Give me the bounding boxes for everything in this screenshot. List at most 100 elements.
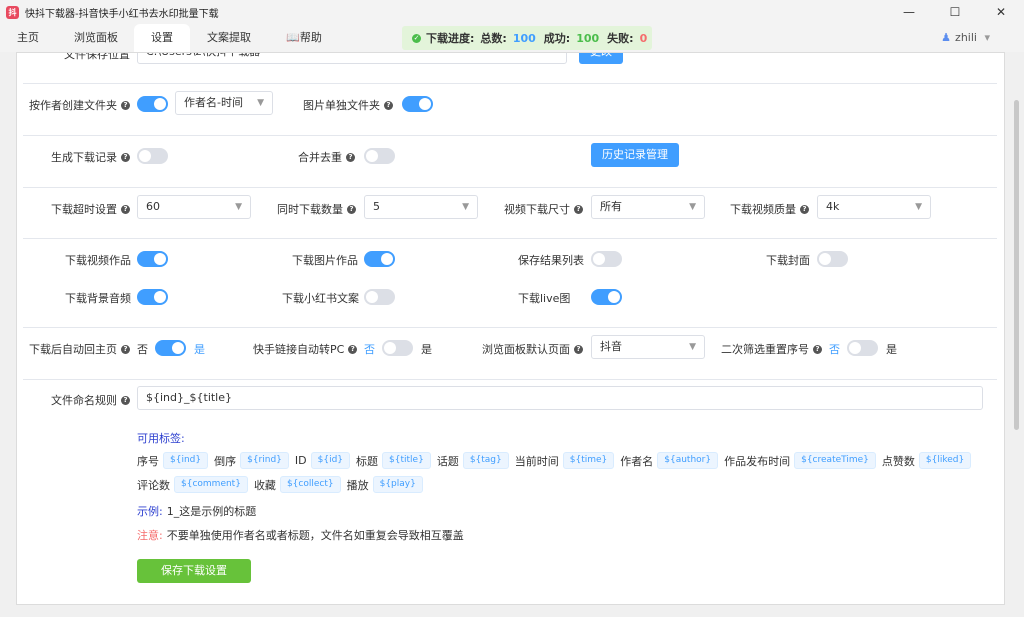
help-icon[interactable]: ? bbox=[121, 344, 130, 354]
save-path-input[interactable]: C:\Users\z\快抖下载器 bbox=[137, 53, 567, 64]
dedupe-toggle[interactable] bbox=[364, 148, 395, 164]
help-icon[interactable]: ? bbox=[574, 344, 583, 354]
tag-name: 话题 bbox=[436, 454, 459, 468]
browse-default-select[interactable]: 抖音 ▼ bbox=[591, 335, 705, 359]
scrollbar-thumb[interactable] bbox=[1014, 100, 1019, 430]
video-size-select[interactable]: 所有 ▼ bbox=[591, 195, 705, 219]
help-icon[interactable]: ? bbox=[800, 204, 809, 214]
chevron-down-icon: ▼ bbox=[915, 202, 922, 212]
tag-chip[interactable]: ${author} bbox=[657, 452, 719, 469]
timeout-select[interactable]: 60 ▼ bbox=[137, 195, 251, 219]
tag-chip[interactable]: ${rind} bbox=[240, 452, 289, 469]
author-folder-toggle[interactable] bbox=[137, 96, 168, 112]
tag-chip[interactable]: ${title} bbox=[382, 452, 431, 469]
auto-home-no: 否 bbox=[137, 343, 148, 356]
help-icon[interactable]: ? bbox=[347, 204, 356, 214]
tag-name: 收藏 bbox=[253, 478, 276, 492]
image-folder-toggle[interactable] bbox=[402, 96, 433, 112]
chevron-down-icon: ▼ bbox=[235, 202, 242, 212]
tag-name: 标题 bbox=[356, 454, 379, 468]
history-manage-button[interactable]: 历史记录管理 bbox=[591, 143, 679, 167]
tag-chip[interactable]: ${tag} bbox=[462, 452, 509, 469]
download-video-label: 下载视频作品 bbox=[65, 254, 131, 267]
tab-settings[interactable]: 设置 bbox=[134, 24, 190, 52]
help-icon[interactable]: ? bbox=[574, 204, 583, 214]
divider bbox=[23, 83, 997, 84]
tab-home[interactable]: 主页 bbox=[8, 24, 48, 52]
tag-chip[interactable]: ${createTime} bbox=[794, 452, 876, 469]
help-icon[interactable]: ? bbox=[121, 152, 130, 162]
chevron-down-icon: ▼ bbox=[689, 342, 696, 352]
maximize-button[interactable]: ☐ bbox=[932, 0, 978, 24]
download-cover-toggle[interactable] bbox=[817, 251, 848, 267]
progress-fail-label: 失败: bbox=[607, 32, 634, 45]
minimize-button[interactable]: — bbox=[886, 0, 932, 24]
timeout-label: 下载超时设置? bbox=[51, 201, 130, 217]
auto-home-yes: 是 bbox=[194, 343, 205, 356]
help-icon[interactable]: ? bbox=[348, 344, 358, 354]
divider bbox=[23, 187, 997, 188]
tag-name: 作者名 bbox=[620, 454, 654, 468]
tab-help[interactable]: 📖帮助 bbox=[278, 24, 330, 52]
tag-chip[interactable]: ${id} bbox=[310, 452, 351, 469]
tag-chip[interactable]: ${ind} bbox=[163, 452, 209, 469]
browse-default-label: 浏览面板默认页面? bbox=[482, 341, 583, 357]
author-folder-format-select[interactable]: 作者名-时间 ▼ bbox=[175, 91, 273, 115]
auto-home-toggle[interactable] bbox=[155, 340, 186, 356]
download-record-toggle[interactable] bbox=[137, 148, 168, 164]
tag-name: 当前时间 bbox=[514, 454, 559, 468]
auto-home-label: 下载后自动回主页? bbox=[29, 341, 130, 357]
progress-fail-value: 0 bbox=[639, 31, 648, 45]
help-icon[interactable]: ? bbox=[121, 204, 130, 214]
download-bgm-toggle[interactable] bbox=[137, 289, 168, 305]
naming-rule-label: 文件命名规则? bbox=[51, 392, 130, 408]
ks-to-pc-toggle[interactable] bbox=[382, 340, 413, 356]
close-button[interactable]: ✕ bbox=[978, 0, 1024, 24]
download-progress-pill: ✓ 下载进度: 总数: 100 成功: 100 失败: 0 bbox=[402, 26, 652, 50]
reseq-toggle[interactable] bbox=[847, 340, 878, 356]
settings-panel: 文件保存位置 C:\Users\z\快抖下载器 更改 按作者创建文件夹? 作者名… bbox=[16, 52, 1005, 605]
help-icon[interactable]: ? bbox=[813, 344, 822, 354]
divider bbox=[23, 135, 997, 136]
chevron-down-icon: ▾ bbox=[984, 31, 990, 44]
video-quality-select[interactable]: 4k ▼ bbox=[817, 195, 931, 219]
dedupe-label: 合并去重? bbox=[298, 149, 355, 165]
tag-name: 评论数 bbox=[137, 478, 170, 492]
ks-to-pc-label: 快手链接自动转PC? bbox=[253, 341, 358, 357]
tab-browse-panel[interactable]: 浏览面板 bbox=[64, 24, 128, 52]
help-icon[interactable]: ? bbox=[121, 100, 130, 110]
save-path-label: 文件保存位置 bbox=[64, 52, 130, 61]
naming-rule-input[interactable]: ${ind}_${title} bbox=[137, 386, 983, 410]
save-result-list-toggle[interactable] bbox=[591, 251, 622, 267]
help-icon[interactable]: ? bbox=[384, 100, 393, 110]
help-icon[interactable]: ? bbox=[121, 395, 130, 405]
vertical-scrollbar[interactable] bbox=[1012, 52, 1020, 605]
download-image-label: 下载图片作品 bbox=[292, 254, 358, 267]
divider bbox=[23, 379, 997, 380]
change-path-button[interactable]: 更改 bbox=[579, 53, 623, 64]
download-xhs-text-label: 下载小红书文案 bbox=[282, 292, 359, 305]
concurrency-select[interactable]: 5 ▼ bbox=[364, 195, 478, 219]
chevron-down-icon: ▼ bbox=[257, 98, 264, 108]
chevron-down-icon: ▼ bbox=[462, 202, 469, 212]
tag-name: ID bbox=[294, 454, 307, 467]
window-title: 快抖下载器-抖音快手小红书去水印批量下载 bbox=[25, 8, 219, 20]
download-xhs-text-toggle[interactable] bbox=[364, 289, 395, 305]
tag-chip[interactable]: ${play} bbox=[372, 476, 423, 493]
tab-copy-extract[interactable]: 文案提取 bbox=[198, 24, 260, 52]
download-live-toggle[interactable] bbox=[591, 289, 622, 305]
user-name: zhili bbox=[955, 31, 977, 44]
window-controls: — ☐ ✕ bbox=[886, 0, 1024, 24]
save-result-list-label: 保存结果列表 bbox=[518, 254, 584, 267]
example-line: 示例: 1_这是示例的标题 bbox=[137, 503, 256, 519]
help-icon[interactable]: ? bbox=[346, 152, 355, 162]
tag-chip[interactable]: ${collect} bbox=[279, 476, 341, 493]
download-image-toggle[interactable] bbox=[364, 251, 395, 267]
tag-chip[interactable]: ${liked} bbox=[918, 452, 972, 469]
save-settings-button[interactable]: 保存下载设置 bbox=[137, 559, 251, 583]
video-size-label: 视频下载尺寸? bbox=[504, 201, 583, 217]
tag-chip[interactable]: ${time} bbox=[562, 452, 615, 469]
download-video-toggle[interactable] bbox=[137, 251, 168, 267]
tag-chip[interactable]: ${comment} bbox=[174, 476, 248, 493]
user-menu[interactable]: ♟ zhili ▾ bbox=[941, 24, 990, 52]
